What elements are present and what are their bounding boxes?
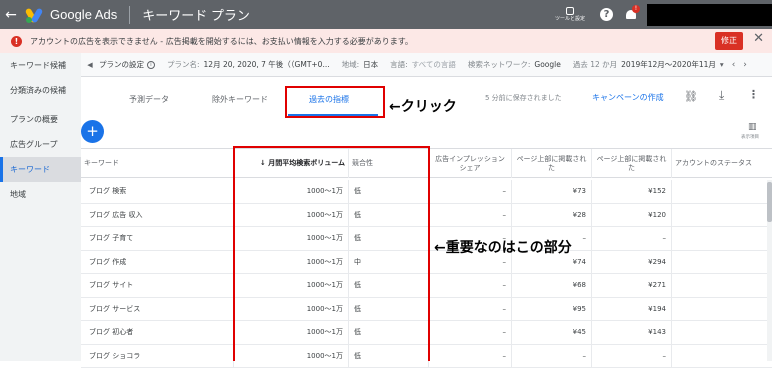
share-cell: –	[428, 345, 511, 368]
scrollbar-thumb[interactable]	[767, 182, 772, 222]
bid-high-cell: –	[591, 345, 671, 368]
annotation-highlight-tab	[285, 86, 385, 118]
bid-high-cell: –	[591, 227, 671, 250]
language-value[interactable]: すべての言語	[412, 59, 456, 70]
bid-low-cell: ¥68	[511, 274, 591, 297]
more-vert-icon[interactable]: ⋮	[748, 88, 759, 101]
sidebar-item-grouped-ideas[interactable]: 分類済みの候補	[0, 78, 81, 103]
notification-bell-icon[interactable]: !	[625, 9, 637, 21]
status-cell	[671, 274, 772, 297]
status-cell	[671, 298, 772, 321]
region-value[interactable]: 日本	[363, 59, 378, 70]
column-header-top-bid-high[interactable]: ページ上部に掲載された	[591, 149, 671, 178]
bid-low-cell: ¥45	[511, 321, 591, 344]
chevron-down-icon[interactable]: ▾	[720, 60, 724, 69]
share-cell: –	[428, 204, 511, 227]
unlink-icon[interactable]: ⛓	[684, 90, 698, 103]
divider	[129, 6, 130, 24]
top-bar: ← Google Ads キーワード プラン ツールと設定 ? !	[0, 0, 772, 29]
bid-high-cell: ¥294	[591, 251, 671, 274]
share-cell: –	[428, 180, 511, 203]
download-icon[interactable]: ⤓	[719, 88, 724, 103]
keyword-cell: ブログ 作成	[81, 251, 233, 274]
status-cell	[671, 321, 772, 344]
network-value[interactable]: Google	[534, 60, 560, 69]
keyword-cell: ブログ 検索	[81, 180, 233, 203]
wrench-icon	[566, 7, 574, 15]
collapse-arrow-icon[interactable]: ◀	[81, 61, 99, 69]
column-header-keyword[interactable]: キーワード	[81, 149, 233, 178]
column-header-account-status[interactable]: アカウントのステータス	[671, 149, 772, 178]
plan-settings-title: プランの設定	[99, 59, 144, 70]
tools-label: ツールと設定	[555, 16, 585, 22]
saved-status: 5 分前に保存されました	[485, 93, 562, 103]
share-cell: –	[428, 274, 511, 297]
status-cell	[671, 204, 772, 227]
bid-high-cell: ¥120	[591, 204, 671, 227]
google-ads-logo-icon	[26, 7, 42, 23]
bid-high-cell: ¥194	[591, 298, 671, 321]
prev-arrow-icon[interactable]: ‹	[732, 60, 736, 70]
create-campaign-link[interactable]: キャンペーンの作成	[592, 92, 664, 103]
status-cell	[671, 180, 772, 203]
columns-label: 表示項目	[741, 134, 759, 140]
plan-name-label: プラン名:	[167, 59, 200, 70]
sidebar-item-locations[interactable]: 地域	[0, 182, 81, 207]
sidebar-item-keywords[interactable]: キーワード	[0, 157, 81, 182]
add-button[interactable]: +	[81, 120, 104, 143]
region-label: 地域:	[342, 59, 360, 70]
info-icon[interactable]: i	[147, 61, 155, 69]
fix-button[interactable]: 修正	[715, 32, 743, 50]
share-cell: –	[428, 298, 511, 321]
top-right-controls: ツールと設定 ? !	[550, 0, 772, 29]
alert-banner: ! アカウントの広告を表示できません - 広告掲載を開始するには、お支払い情報を…	[0, 29, 772, 53]
language-label: 言語:	[390, 59, 408, 70]
status-cell	[671, 227, 772, 250]
network-label: 検索ネットワーク:	[468, 59, 531, 70]
keyword-cell: ブログ 広告 収入	[81, 204, 233, 227]
columns-icon[interactable]: ▥	[748, 122, 757, 132]
status-cell	[671, 251, 772, 274]
column-header-top-bid-low[interactable]: ページ上部に掲載された	[511, 149, 591, 178]
sidebar: キーワード候補 分類済みの候補 プランの概要 広告グループ キーワード 地域	[0, 53, 81, 361]
alert-text: アカウントの広告を表示できません - 広告掲載を開始するには、お支払い情報を入力…	[30, 36, 413, 47]
bid-high-cell: ¥271	[591, 274, 671, 297]
column-header-impression-share[interactable]: 広告インプレッション シェア	[428, 149, 511, 178]
bid-low-cell: ¥73	[511, 180, 591, 203]
keyword-cell: ブログ サイト	[81, 274, 233, 297]
next-arrow-icon[interactable]: ›	[743, 60, 747, 70]
help-icon[interactable]: ?	[600, 8, 613, 21]
sidebar-item-ad-groups[interactable]: 広告グループ	[0, 132, 81, 157]
tab-negative-keywords[interactable]: 除外キーワード	[212, 94, 268, 105]
annotation-highlight-columns	[233, 146, 430, 361]
bid-high-cell: ¥152	[591, 180, 671, 203]
bid-low-cell: –	[511, 345, 591, 368]
keyword-cell: ブログ 子育て	[81, 227, 233, 250]
app-name: Google Ads	[50, 7, 117, 22]
period-label: 過去 12 か月	[573, 59, 617, 70]
status-cell	[671, 345, 772, 368]
page-title: キーワード プラン	[142, 5, 250, 24]
plan-name-value[interactable]: 12月 20, 2020, 7 午後（（GMT+0...	[204, 59, 330, 70]
plan-settings-bar: ◀ プランの設定 i プラン名: 12月 20, 2020, 7 午後（（GMT…	[81, 53, 772, 77]
back-arrow-icon[interactable]: ←	[0, 7, 22, 23]
annotation-click-note: ←クリック	[389, 96, 457, 116]
bid-low-cell: ¥28	[511, 204, 591, 227]
redacted-account-info	[647, 4, 772, 26]
bid-low-cell: ¥95	[511, 298, 591, 321]
alert-icon: !	[11, 36, 22, 47]
annotation-important-note: ←重要なのはこの部分	[434, 237, 572, 257]
notification-badge: !	[632, 5, 640, 13]
keyword-cell: ブログ サービス	[81, 298, 233, 321]
keyword-cell: ブログ ショコラ	[81, 345, 233, 368]
sidebar-item-keyword-ideas[interactable]: キーワード候補	[0, 53, 81, 78]
date-range-value[interactable]: 2019年12月～2020年11月	[621, 59, 716, 70]
tab-forecast[interactable]: 予測データ	[129, 94, 169, 105]
tools-settings-button[interactable]: ツールと設定	[550, 7, 590, 22]
bid-high-cell: ¥143	[591, 321, 671, 344]
keyword-cell: ブログ 初心者	[81, 321, 233, 344]
sidebar-item-plan-overview[interactable]: プランの概要	[0, 107, 81, 132]
close-icon[interactable]: ✕	[753, 31, 764, 46]
share-cell: –	[428, 321, 511, 344]
